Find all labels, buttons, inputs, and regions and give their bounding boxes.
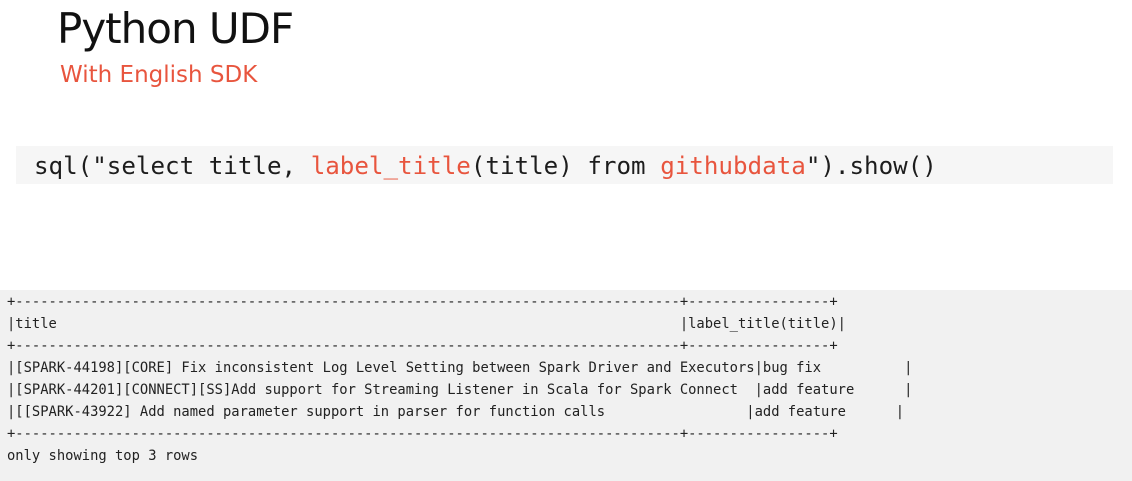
table-border-top: +---------------------------------------… [7, 294, 838, 310]
code-segment: sql("select title, [34, 152, 311, 180]
table-row: |[[SPARK-43922] Add named parameter supp… [7, 404, 905, 420]
code-line: sql("select title, label_title(title) fr… [34, 147, 937, 185]
code-table-name: githubdata [660, 152, 806, 180]
output-footer: only showing top 3 rows [7, 448, 199, 464]
table-header-row: |title |label_title(title)| [7, 316, 846, 332]
code-function-name: label_title [310, 152, 471, 180]
code-segment: ").show() [805, 152, 937, 180]
table-border-mid: +---------------------------------------… [7, 338, 838, 354]
slide-title: Python UDF [57, 4, 294, 53]
table-row: |[SPARK-44198][CORE] Fix inconsistent Lo… [7, 360, 913, 376]
output-table: +---------------------------------------… [7, 291, 912, 467]
slide-subtitle: With English SDK [60, 62, 258, 88]
table-border-bottom: +---------------------------------------… [7, 426, 838, 442]
table-row: |[SPARK-44201][CONNECT][SS]Add support f… [7, 382, 913, 398]
code-segment: (title) from [470, 152, 661, 180]
